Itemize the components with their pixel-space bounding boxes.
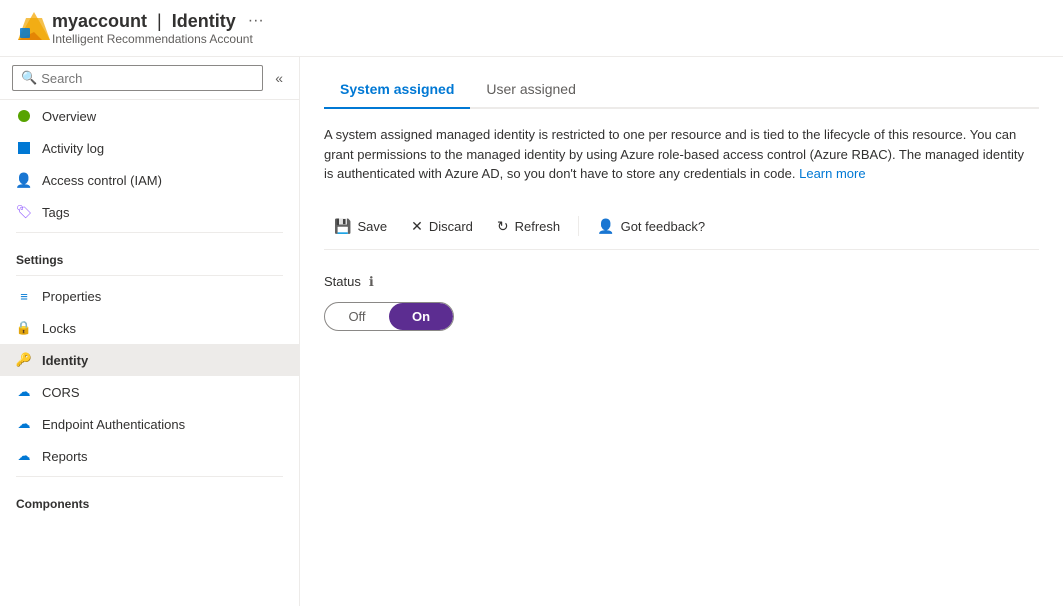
settings-divider [16, 232, 283, 233]
account-subtitle: Intelligent Recommendations Account [52, 32, 264, 46]
tab-user-assigned[interactable]: User assigned [470, 73, 592, 109]
tab-system-assigned[interactable]: System assigned [324, 73, 470, 109]
sidebar-item-activity-log[interactable]: Activity log [0, 132, 299, 164]
endpoint-auth-label: Endpoint Authentications [42, 417, 185, 432]
settings-section-label: Settings [0, 237, 299, 271]
tags-label: Tags [42, 205, 69, 220]
sidebar-item-identity[interactable]: 🔑 Identity [0, 344, 299, 376]
search-input[interactable] [41, 71, 254, 86]
refresh-icon: ↻ [497, 218, 509, 235]
azure-logo [16, 10, 52, 46]
status-toggle[interactable]: Off On [324, 302, 454, 331]
tab-bar: System assigned User assigned [324, 73, 1039, 109]
activity-log-label: Activity log [42, 141, 104, 156]
feedback-button[interactable]: 👤 Got feedback? [587, 212, 715, 241]
toolbar-separator [578, 216, 579, 236]
sidebar-search-bar: 🔍 « [0, 57, 299, 100]
search-input-wrap[interactable]: 🔍 [12, 65, 263, 91]
learn-more-link[interactable]: Learn more [799, 166, 865, 181]
feedback-icon: 👤 [597, 218, 614, 235]
collapse-button[interactable]: « [271, 66, 287, 90]
header: myaccount | Identity ··· Intelligent Rec… [0, 0, 1063, 57]
discard-button[interactable]: ✕ Discard [401, 212, 483, 241]
toggle-off-option[interactable]: Off [325, 303, 389, 330]
account-name: myaccount [52, 11, 147, 32]
locks-label: Locks [42, 321, 76, 336]
sidebar-item-properties[interactable]: ≡ Properties [0, 280, 299, 312]
sidebar-item-endpoint-auth[interactable]: ☁ Endpoint Authentications [0, 408, 299, 440]
save-icon: 💾 [334, 218, 351, 235]
identity-description: A system assigned managed identity is re… [324, 125, 1024, 184]
sidebar-item-overview[interactable]: Overview [0, 100, 299, 132]
properties-icon: ≡ [16, 288, 32, 304]
overview-label: Overview [42, 109, 96, 124]
access-control-icon: 👤 [16, 172, 32, 188]
identity-icon: 🔑 [16, 352, 32, 368]
status-label: Status [324, 274, 361, 289]
header-menu-dots[interactable]: ··· [248, 12, 264, 30]
refresh-button[interactable]: ↻ Refresh [487, 212, 570, 241]
toggle-on-option[interactable]: On [389, 303, 453, 330]
properties-label: Properties [42, 289, 101, 304]
activity-log-icon [16, 140, 32, 156]
sidebar-item-locks[interactable]: 🔒 Locks [0, 312, 299, 344]
info-icon[interactable]: ℹ [369, 274, 374, 290]
identity-label: Identity [42, 353, 88, 368]
header-separator: | [157, 11, 162, 32]
sidebar-item-cors[interactable]: ☁ CORS [0, 376, 299, 408]
status-row: Status ℹ [324, 274, 1039, 290]
search-icon: 🔍 [21, 70, 37, 86]
endpoint-auth-icon: ☁ [16, 416, 32, 432]
components-section-label: Components [0, 481, 299, 515]
sidebar-item-reports[interactable]: ☁ Reports [0, 440, 299, 472]
toolbar: 💾 Save ✕ Discard ↻ Refresh 👤 Got feedbac… [324, 204, 1039, 250]
main-content: System assigned User assigned A system a… [300, 57, 1063, 606]
save-button[interactable]: 💾 Save [324, 212, 397, 241]
tags-icon: 🏷 [16, 204, 32, 220]
cors-icon: ☁ [16, 384, 32, 400]
overview-icon [16, 108, 32, 124]
page-title: Identity [172, 11, 236, 32]
settings-divider2 [16, 275, 283, 276]
sidebar-item-tags[interactable]: 🏷 Tags [0, 196, 299, 228]
sidebar-item-access-control[interactable]: 👤 Access control (IAM) [0, 164, 299, 196]
discard-icon: ✕ [411, 218, 423, 235]
components-divider [16, 476, 283, 477]
sidebar: 🔍 « Overview Activity log 👤 Access contr… [0, 57, 300, 606]
header-text: myaccount | Identity ··· Intelligent Rec… [52, 11, 264, 46]
reports-icon: ☁ [16, 448, 32, 464]
locks-icon: 🔒 [16, 320, 32, 336]
access-control-label: Access control (IAM) [42, 173, 162, 188]
cors-label: CORS [42, 385, 80, 400]
reports-label: Reports [42, 449, 88, 464]
